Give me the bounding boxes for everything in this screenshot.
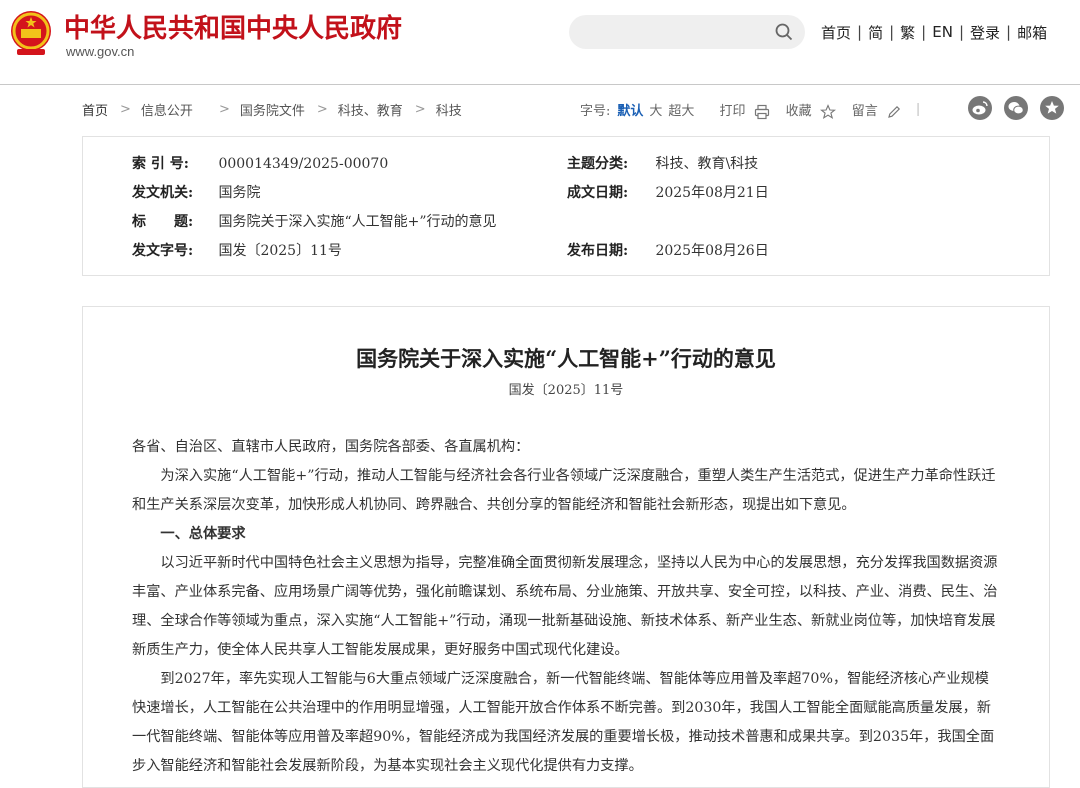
nav-english[interactable]: EN: [926, 23, 959, 41]
breadcrumb-separator: >: [414, 102, 426, 117]
star-icon: [819, 103, 836, 119]
comment-button[interactable]: 留言: [852, 100, 902, 120]
printer-icon: [754, 104, 769, 119]
meta-title: 标 题: 国务院关于深入实施“人工智能+”行动的意见: [132, 211, 497, 231]
breadcrumb-technology[interactable]: 科技: [436, 100, 462, 119]
pencil-icon: [888, 105, 900, 118]
meta-index-no: 索 引 号: 000014349/2025-00070: [132, 153, 388, 173]
breadcrumb-state-council-docs[interactable]: 国务院文件: [240, 100, 305, 119]
breadcrumb-separator: >: [218, 102, 230, 117]
meta-label: 索 引 号:: [132, 156, 189, 172]
favorite-button[interactable]: 收藏: [786, 100, 836, 120]
meta-value: 国发〔2025〕11号: [218, 243, 342, 259]
print-label: 打印: [719, 104, 746, 119]
search-box[interactable]: [569, 15, 805, 49]
font-size-default[interactable]: 默认: [617, 100, 643, 119]
meta-label: 标 题:: [132, 214, 194, 230]
share-icon[interactable]: [1040, 96, 1064, 120]
meta-label: 主题分类:: [567, 156, 629, 172]
article-addressee: 各省、自治区、直辖市人民政府，国务院各部委、各直属机构：: [132, 439, 530, 455]
meta-written-date: 成文日期: 2025年08月21日: [567, 182, 769, 202]
meta-doc-no: 发文字号: 国发〔2025〕11号: [132, 240, 342, 260]
meta-label: 发布日期:: [567, 243, 629, 259]
top-nav: 首页 | 简 | 繁 | EN | 登录 | 邮箱: [815, 20, 1053, 44]
national-emblem-icon[interactable]: [8, 9, 54, 57]
meta-publish-date: 发布日期: 2025年08月26日: [567, 240, 769, 260]
favorite-label: 收藏: [785, 104, 812, 119]
meta-value: 000014349/2025-00070: [218, 156, 389, 172]
comment-label: 留言: [851, 104, 878, 119]
breadcrumb-bar: 首页 > 信息公开 > 国务院文件 > 科技、教育 > 科技 字号: 默认 大 …: [82, 96, 1064, 122]
meta-label: 发文字号:: [132, 243, 194, 259]
article-title: 国务院关于深入实施“人工智能+”行动的意见: [356, 346, 776, 371]
weibo-icon[interactable]: [968, 96, 992, 120]
search-icon[interactable]: [775, 23, 793, 41]
document-metadata: 索 引 号: 000014349/2025-00070 主题分类: 科技、教育\…: [82, 136, 1050, 276]
meta-topic: 主题分类: 科技、教育\科技: [567, 153, 758, 173]
meta-value: 国务院关于深入实施“人工智能+”行动的意见: [218, 214, 497, 230]
article-container: 国务院关于深入实施“人工智能+”行动的意见 国发〔2025〕11号 各省、自治区…: [82, 306, 1050, 788]
nav-home[interactable]: 首页: [815, 22, 857, 43]
breadcrumb-separator: >: [316, 102, 328, 117]
tools-divider: |: [915, 102, 921, 118]
font-size-xlarge[interactable]: 超大: [668, 100, 694, 119]
meta-label: 成文日期:: [567, 185, 629, 201]
article-body: 各省、自治区、直辖市人民政府，国务院各部委、各直属机构： 为深入实施“人工智能+…: [132, 433, 998, 781]
article-tools: 字号: 默认 大 超大 打印 收藏 留言 |: [580, 100, 920, 120]
share-icons: [956, 96, 1064, 120]
article-section-heading: 一、总体要求: [160, 526, 246, 542]
breadcrumb: 首页 > 信息公开 > 国务院文件 > 科技、教育 > 科技: [82, 100, 462, 119]
meta-value: 2025年08月26日: [655, 243, 769, 259]
breadcrumb-home[interactable]: 首页: [82, 100, 108, 119]
font-size-label: 字号:: [580, 104, 611, 120]
article-paragraph: 到2027年，率先实现人工智能与6大重点领域广泛深度融合，新一代智能终端、智能体…: [132, 671, 995, 774]
site-header: 中华人民共和国中央人民政府 www.gov.cn 首页 | 简 | 繁 | EN…: [0, 0, 1080, 85]
meta-issuer: 发文机关: 国务院: [132, 182, 260, 202]
site-title[interactable]: 中华人民共和国中央人民政府: [64, 8, 402, 45]
site-url[interactable]: www.gov.cn: [66, 44, 134, 59]
breadcrumb-sci-edu[interactable]: 科技、教育: [338, 100, 403, 119]
article-doc-number: 国发〔2025〕11号: [508, 383, 624, 398]
meta-value: 国务院: [218, 185, 261, 201]
meta-label: 发文机关:: [132, 185, 194, 201]
nav-traditional[interactable]: 繁: [894, 22, 921, 43]
font-size-large[interactable]: 大: [649, 100, 662, 119]
wechat-icon[interactable]: [1004, 96, 1028, 120]
breadcrumb-separator: >: [120, 102, 131, 117]
nav-login[interactable]: 登录: [964, 22, 1006, 43]
article-paragraph: 为深入实施“人工智能+”行动，推动人工智能与经济社会各行业各领域广泛深度融合，重…: [132, 468, 996, 513]
meta-value: 2025年08月21日: [655, 185, 769, 201]
breadcrumb-info-disclosure[interactable]: 信息公开: [141, 100, 193, 119]
nav-simplified[interactable]: 简: [862, 22, 889, 43]
article-paragraph: 以习近平新时代中国特色社会主义思想为指导，完整准确全面贯彻新发展理念，坚持以人民…: [132, 555, 998, 658]
nav-mail[interactable]: 邮箱: [1011, 22, 1053, 43]
print-button[interactable]: 打印: [719, 100, 769, 120]
meta-value: 科技、教育\科技: [655, 156, 759, 172]
